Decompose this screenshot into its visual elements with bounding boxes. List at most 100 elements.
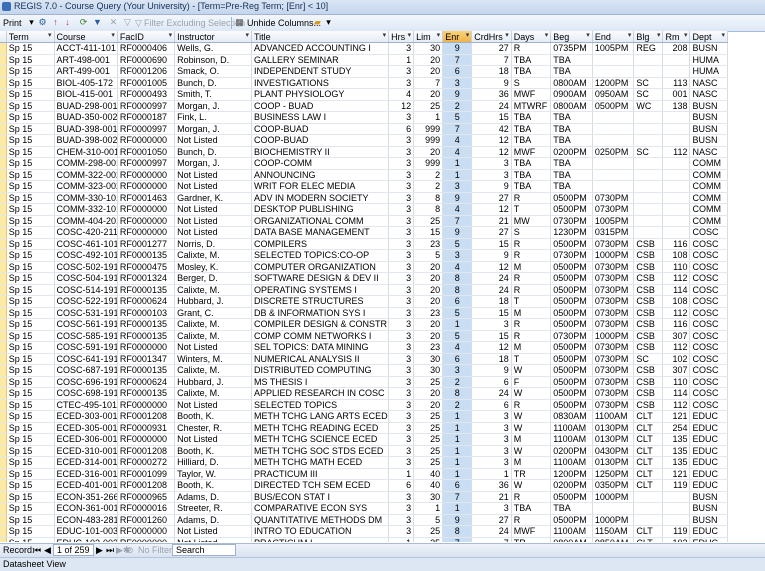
cell-rm[interactable]: 114: [662, 284, 691, 296]
cell-days[interactable]: R: [511, 238, 552, 250]
cell-blg[interactable]: SC: [633, 88, 664, 101]
cell-blg[interactable]: CLT: [633, 410, 664, 423]
cell-dept[interactable]: BUSN: [689, 100, 728, 112]
column-header-blg[interactable]: Blg ▾: [633, 31, 664, 43]
cell-days[interactable]: R: [511, 272, 552, 285]
cell-rm[interactable]: [662, 215, 691, 227]
cell-end[interactable]: 1000PM: [592, 491, 635, 503]
cell-hrs[interactable]: 3: [388, 203, 415, 216]
table-row[interactable]: Sp 15 COMM-322-002 RF0000000 Not Listed ANNO…: [0, 169, 728, 181]
table-row[interactable]: Sp 15 ECED-314-001 RF0000272 Hilliard, D. ME…: [0, 456, 728, 469]
cell-crdhrs[interactable]: 9: [471, 249, 512, 262]
cell-crdhrs[interactable]: 27: [471, 42, 512, 55]
cell-term[interactable]: Sp 15: [6, 525, 55, 538]
column-dropdown-icon[interactable]: ▾: [111, 31, 115, 39]
cell-days[interactable]: R: [511, 491, 552, 503]
cell-beg[interactable]: 0830AM: [550, 410, 593, 423]
cell-blg[interactable]: CSB: [633, 238, 664, 250]
cell-crdhrs[interactable]: 3: [471, 445, 512, 457]
cell-blg[interactable]: [633, 157, 664, 170]
cell-enr[interactable]: 1: [442, 433, 473, 446]
cell-rm[interactable]: 102: [662, 537, 691, 542]
cell-course[interactable]: BIOL-405-172: [54, 77, 118, 89]
cell-title[interactable]: DESKTOP PUBLISHING: [251, 203, 390, 216]
cell-blg[interactable]: [633, 192, 664, 204]
cell-enr[interactable]: 9: [442, 88, 473, 101]
table-row[interactable]: Sp 15 COSC-522-191 RF0000624 Hubbard, J. DIS…: [0, 295, 728, 308]
cell-dept[interactable]: EDUC: [689, 422, 728, 434]
cell-enr[interactable]: 6: [442, 295, 473, 308]
cell-instructor[interactable]: Booth, K.: [174, 479, 252, 492]
cell-term[interactable]: Sp 15: [6, 399, 55, 411]
cell-crdhrs[interactable]: 27: [471, 514, 512, 526]
cell-crdhrs[interactable]: 9: [471, 364, 512, 377]
cell-rm[interactable]: 113: [662, 77, 691, 89]
column-header-dept[interactable]: Dept ▾: [689, 31, 728, 43]
cell-beg[interactable]: TBA: [550, 111, 593, 124]
cell-beg[interactable]: TBA: [550, 157, 593, 170]
table-row[interactable]: Sp 15EDUC-102-002RF0000000Not ListedPRAC…: [0, 537, 728, 542]
table-row[interactable]: Sp 15 COSC-591-191 RF0000000 Not Listed SEL …: [0, 341, 728, 354]
cell-beg[interactable]: TBA: [550, 65, 593, 78]
cell-hrs[interactable]: 3: [388, 192, 415, 204]
cell-facid[interactable]: RF0000493: [117, 88, 176, 101]
table-row[interactable]: Sp 15 COSC-687-191 RF0000135 Calixte, M. DIS…: [0, 364, 728, 377]
cell-crdhrs[interactable]: 12: [471, 146, 512, 158]
cell-lim[interactable]: 999: [413, 134, 444, 147]
cell-days[interactable]: T: [511, 353, 552, 365]
cell-rm[interactable]: 307: [662, 330, 691, 342]
cell-days[interactable]: R: [511, 42, 552, 55]
cell-course[interactable]: CHEM-310-001: [54, 146, 118, 158]
cell-course[interactable]: COMM-322-002: [54, 169, 118, 181]
cell-beg[interactable]: TBA: [550, 123, 593, 135]
cell-hrs[interactable]: 3: [388, 272, 415, 285]
cell-instructor[interactable]: Robinson, D.: [174, 54, 252, 66]
cell-facid[interactable]: RF0000624: [117, 376, 176, 388]
cell-title[interactable]: COMP COMM NETWORKS I: [251, 330, 390, 342]
cell-enr[interactable]: 4: [442, 261, 473, 273]
cell-instructor[interactable]: Morgan, J.: [174, 123, 252, 135]
cell-instructor[interactable]: Hubbard, J.: [174, 376, 252, 388]
cell-term[interactable]: Sp 15: [6, 65, 55, 78]
cell-blg[interactable]: [633, 169, 664, 181]
cell-term[interactable]: Sp 15: [6, 353, 55, 365]
cell-rm[interactable]: [662, 123, 691, 135]
table-row[interactable]: Sp 15 COSC-585-191 RF0000135 Calixte, M. COM…: [0, 330, 728, 342]
cell-enr[interactable]: 7: [442, 491, 473, 503]
cell-enr[interactable]: 8: [442, 272, 473, 285]
cell-days[interactable]: MWF: [511, 88, 552, 101]
cell-facid[interactable]: RF0000272: [117, 456, 176, 469]
cell-blg[interactable]: CLT: [633, 456, 664, 469]
cell-dept[interactable]: BUSN: [689, 111, 728, 124]
cell-hrs[interactable]: 3: [388, 341, 415, 354]
cell-hrs[interactable]: 3: [388, 284, 415, 296]
cell-crdhrs[interactable]: 6: [471, 376, 512, 388]
cell-beg[interactable]: 0500PM: [550, 353, 593, 365]
cell-days[interactable]: M: [511, 341, 552, 354]
cell-instructor[interactable]: Smack, O.: [174, 65, 252, 78]
cell-crdhrs[interactable]: 21: [471, 491, 512, 503]
cell-instructor[interactable]: Gardner, K.: [174, 192, 252, 204]
cell-crdhrs[interactable]: 24: [471, 387, 512, 400]
cell-title[interactable]: COMPARATIVE ECON SYS: [251, 502, 390, 515]
cell-beg[interactable]: TBA: [550, 134, 593, 147]
cell-beg[interactable]: 0500PM: [550, 284, 593, 296]
column-dropdown-icon[interactable]: ▾: [245, 31, 249, 39]
cell-rm[interactable]: 135: [662, 456, 691, 469]
cell-end[interactable]: 0130PM: [592, 422, 635, 434]
column-header-lim[interactable]: Lim ▾: [413, 31, 444, 43]
cell-blg[interactable]: [633, 491, 664, 503]
cell-lim[interactable]: 5: [413, 514, 444, 526]
cell-crdhrs[interactable]: 9: [471, 77, 512, 89]
cell-term[interactable]: Sp 15: [6, 54, 55, 66]
cell-title[interactable]: COOP - BUAD: [251, 100, 390, 112]
cell-hrs[interactable]: 3: [388, 65, 415, 78]
cell-days[interactable]: R: [511, 318, 552, 331]
cell-rm[interactable]: 119: [662, 479, 691, 492]
cell-beg[interactable]: TBA: [550, 169, 593, 181]
cell-blg[interactable]: [633, 514, 664, 526]
cell-enr[interactable]: 1: [442, 410, 473, 423]
cell-title[interactable]: ADV IN MODERN SOCIETY: [251, 192, 390, 204]
cell-hrs[interactable]: 3: [388, 502, 415, 515]
cell-hrs[interactable]: 3: [388, 318, 415, 331]
